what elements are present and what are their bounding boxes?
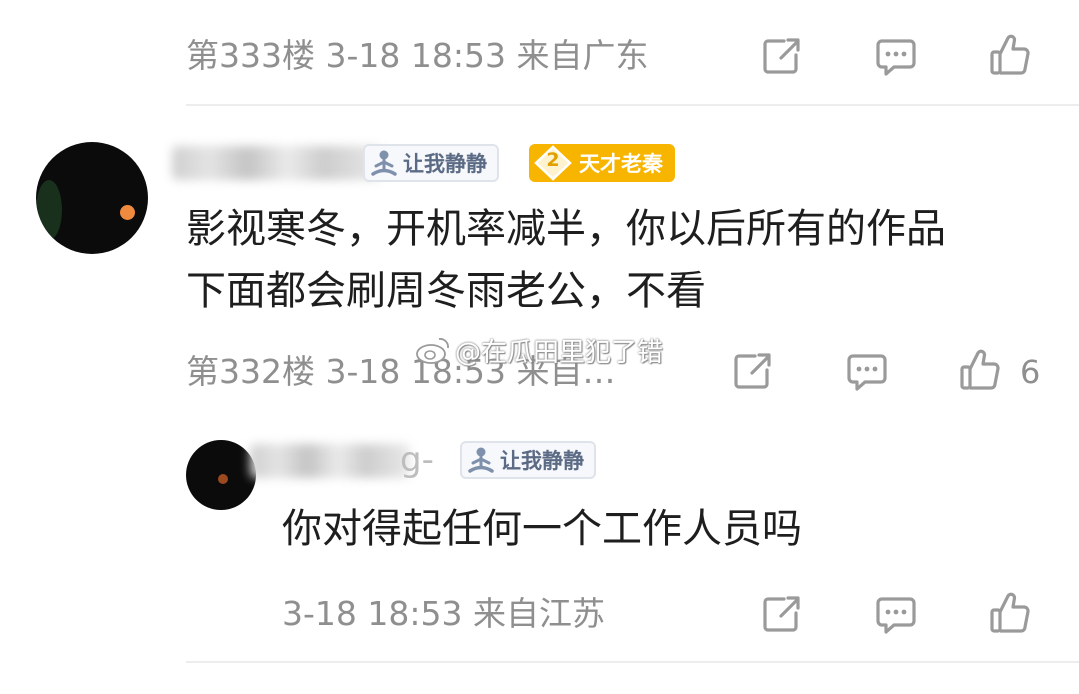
- comment-text-line-1: 影视寒冬，开机率减半，你以后所有的作品: [186, 206, 946, 252]
- user-badge[interactable]: 让我静静: [363, 144, 499, 182]
- like-count: 6: [1020, 353, 1041, 391]
- reply-meta: 3-18 18:53 来自江苏: [282, 594, 605, 633]
- level-diamond-icon: 2: [533, 145, 573, 181]
- badge-label: 让我静静: [403, 152, 487, 176]
- share-icon[interactable]: [762, 36, 802, 76]
- comment-icon[interactable]: [875, 595, 917, 635]
- divider: [186, 104, 1079, 106]
- fan-badge[interactable]: 2 天才老秦: [529, 144, 675, 182]
- comment-icon[interactable]: [875, 37, 917, 77]
- share-icon[interactable]: [762, 594, 802, 634]
- reply-badge-label: 让我静静: [500, 449, 584, 473]
- username-blurred[interactable]: [172, 146, 382, 180]
- thumbs-up-icon[interactable]: [988, 591, 1032, 635]
- reply-user-badge[interactable]: 让我静静: [460, 441, 596, 479]
- comment-text-line-2: 下面都会刷周冬雨老公，不看: [186, 268, 706, 314]
- watermark-text: @在瓜田里犯了错: [455, 337, 664, 368]
- reply-text: 你对得起任何一个工作人员吗: [282, 506, 802, 552]
- fan-badge-label: 天才老秦: [579, 152, 663, 176]
- reply-avatar[interactable]: [186, 440, 256, 510]
- reply-username-blurred[interactable]: [250, 444, 410, 478]
- comment-icon[interactable]: [846, 352, 888, 392]
- divider: [186, 661, 1079, 663]
- watermark: @在瓜田里犯了错: [415, 332, 665, 368]
- meditation-icon: [371, 149, 397, 177]
- thumbs-up-icon[interactable]: [958, 348, 1002, 392]
- avatar[interactable]: [36, 142, 148, 254]
- thumbs-up-icon[interactable]: [988, 33, 1032, 77]
- badge-level: 2: [546, 149, 560, 171]
- floor-333-meta: 第333楼 3-18 18:53 来自广东: [186, 36, 649, 75]
- share-icon[interactable]: [733, 351, 773, 391]
- reply-username-suffix: g-: [400, 440, 434, 480]
- weibo-logo-icon: [415, 335, 451, 365]
- meditation-icon: [468, 446, 494, 474]
